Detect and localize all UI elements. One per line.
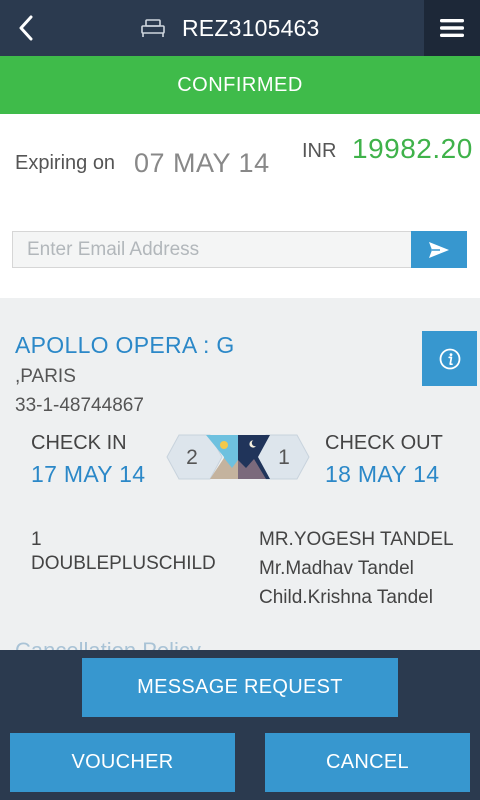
booking-details: APOLLO OPERA : G ,PARIS 33-1-48744867 CH… <box>0 298 480 650</box>
bed-icon <box>141 19 165 37</box>
checkout-label: CHECK OUT <box>325 432 443 454</box>
room-type: DOUBLEPLUSCHILD <box>31 553 216 574</box>
expiring-date: 07 MAY 14 <box>134 148 270 178</box>
total-amount: 19982.20 <box>352 133 473 164</box>
message-request-button[interactable]: MESSAGE REQUEST <box>82 658 398 717</box>
guest-name: Child.Krishna Tandel <box>259 587 433 608</box>
info-icon <box>439 348 460 369</box>
room-count: 1 <box>31 529 42 550</box>
guest-name: MR.YOGESH TANDEL <box>259 529 454 550</box>
menu-button[interactable] <box>424 0 480 56</box>
currency-label: INR <box>302 140 337 162</box>
guest-name: Mr.Madhav Tandel <box>259 558 414 579</box>
send-email-button[interactable] <box>411 231 467 268</box>
expiring-label: Expiring on <box>15 152 116 174</box>
booking-title: REZ3105463 <box>140 0 320 56</box>
hamburger-menu-icon <box>440 19 464 37</box>
chevron-left-icon <box>19 15 33 41</box>
hotel-name: APOLLO OPERA : G <box>15 332 235 358</box>
hotel-info-button[interactable] <box>422 331 477 386</box>
checkin-date: 17 MAY 14 <box>31 461 146 487</box>
checkout-date: 18 MAY 14 <box>325 461 440 487</box>
cancel-booking-button[interactable]: CANCEL <box>265 733 470 792</box>
status-banner: CONFIRMED <box>0 56 480 114</box>
checkin-label: CHECK IN <box>31 432 127 454</box>
hotel-city: ,PARIS <box>15 366 76 387</box>
send-arrow-icon <box>429 241 449 258</box>
action-panel: MESSAGE REQUEST VOUCHER CANCEL <box>0 650 480 800</box>
nights-count: 1 <box>278 446 290 469</box>
booking-reference: REZ3105463 <box>182 14 320 41</box>
hotel-phone: 33-1-48744867 <box>15 395 144 416</box>
cancellation-policy-link[interactable]: Cancellation Policy <box>15 638 201 650</box>
adults-count: 2 <box>186 446 198 469</box>
email-input[interactable] <box>12 231 412 268</box>
back-button[interactable] <box>0 0 52 56</box>
voucher-button[interactable]: VOUCHER <box>10 733 235 792</box>
top-bar: REZ3105463 <box>0 0 480 56</box>
